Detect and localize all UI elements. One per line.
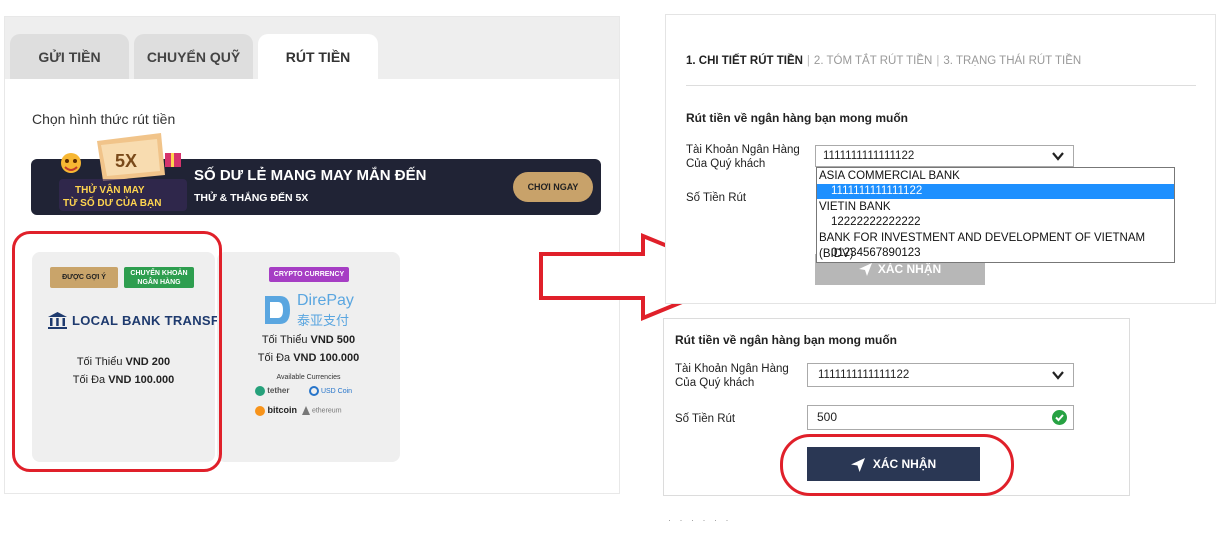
faint-dots: · · · · · · xyxy=(668,515,732,525)
ethereum-label: ethereum xyxy=(311,407,342,415)
crypto-badge: CRYPTO CURRENCY xyxy=(269,267,349,282)
tether-label: tether xyxy=(267,386,290,396)
ethereum-currency: ethereum xyxy=(302,406,342,415)
direpay-logo-icon xyxy=(265,296,290,324)
min-amount: Tối Thiểu VND 500 xyxy=(217,334,400,346)
tether-currency: tether xyxy=(255,386,289,396)
confirm-label: XÁC NHẬN xyxy=(877,262,942,276)
step-3-status[interactable]: 3. TRẠNG THÁI RÚT TIỀN xyxy=(943,55,1081,67)
dropdown-option[interactable]: 12222222222222 xyxy=(817,215,1174,230)
usdcoin-icon xyxy=(309,386,319,396)
max-amount: Tối Đa VND 100.000 xyxy=(217,352,400,364)
bank-account-select[interactable]: 1111111111111122 xyxy=(815,145,1074,167)
account-label-line2: Của Quý khách xyxy=(686,158,766,170)
banner-subtitle: THỬ & THẮNG ĐẾN 5X xyxy=(194,192,309,204)
bitcoin-currency: bitcoin xyxy=(255,405,297,416)
account-label: Tài Khoản Ngân Hàng Của Quý khách xyxy=(686,143,800,171)
usdcoin-label: USD Coin xyxy=(320,387,353,395)
highlight-oval-confirm xyxy=(780,434,1014,496)
banner-img-line2: TỪ SỐ DƯ CỦA BẠN xyxy=(63,195,161,209)
banner-img-line1: THỬ VẬN MAY xyxy=(75,183,145,196)
bank-account-value: 1111111111111122 xyxy=(818,369,910,381)
direpay-logo-text: DirePay xyxy=(297,292,354,309)
step-1-details[interactable]: 1. CHI TIẾT RÚT TIỀN xyxy=(686,55,803,67)
amount-input[interactable]: 500 xyxy=(807,405,1074,430)
withdraw-steps: 1. CHI TIẾT RÚT TIỀN | 2. TÓM TẮT RÚT TIỀN… xyxy=(686,55,1082,67)
banner-title: SỐ DƯ LẺ MANG MAY MẮN ĐẾN xyxy=(194,167,427,184)
account-label-line2: Của Quý khách xyxy=(675,377,755,389)
tab-deposit[interactable]: GỬI TIỀN xyxy=(10,34,129,79)
max-value: VND 100.000 xyxy=(293,352,360,364)
bank-account-select[interactable]: 1111111111111122 xyxy=(807,363,1074,387)
account-label-line1: Tài Khoản Ngân Hàng xyxy=(686,144,800,156)
account-label: Tài Khoản Ngân Hàng Của Quý khách xyxy=(675,362,789,390)
max-label: Tối Đa xyxy=(257,352,291,364)
tabs-bar: GỬI TIỀN CHUYỂN QUỸ RÚT TIỀN xyxy=(5,17,619,79)
dropdown-option[interactable]: 01234567890123 xyxy=(817,246,1174,261)
dropdown-group: VIETIN BANK xyxy=(819,201,891,213)
available-currencies-label: Available Currencies xyxy=(276,374,341,381)
lucky-5x-illustration: 5X THỬ VẬN MAY TỪ SỐ DƯ CỦA BẠN xyxy=(59,133,187,211)
usdcoin-currency: USD Coin xyxy=(309,386,352,396)
promo-banner[interactable]: 5X THỬ VẬN MAY TỪ SỐ DƯ CỦA BẠN SỐ DƯ LẺ… xyxy=(31,133,601,215)
step-2-summary[interactable]: 2. TÓM TẮT RÚT TIỀN xyxy=(814,55,932,67)
send-icon xyxy=(858,263,872,277)
min-value: VND 500 xyxy=(310,334,356,346)
tab-withdraw[interactable]: RÚT TIỀN xyxy=(258,34,378,79)
amount-label: Số Tiền Rút xyxy=(686,192,747,204)
dropdown-option[interactable]: 1111111111111122 xyxy=(817,184,1174,199)
dropdown-group: BANK FOR INVESTMENT AND DEVELOPMENT OF V… xyxy=(819,232,1146,260)
bank-account-dropdown[interactable]: ASIA COMMERCIAL BANK 1111111111111122 VI… xyxy=(816,167,1175,263)
direpay-crypto-card[interactable]: CRYPTO CURRENCY DirePay 泰亚支付 Tối Thiểu V… xyxy=(217,252,400,462)
highlight-oval-local-bank xyxy=(12,231,222,472)
account-label-line1: Tài Khoản Ngân Hàng xyxy=(675,363,789,375)
check-icon xyxy=(1052,410,1067,425)
bitcoin-icon xyxy=(255,405,265,416)
ethereum-icon xyxy=(302,406,310,415)
amount-label: Số Tiền Rút xyxy=(675,413,736,425)
chevron-down-icon xyxy=(1052,152,1064,161)
section-title: Chọn hình thức rút tiền xyxy=(32,111,176,127)
bitcoin-label: bitcoin xyxy=(267,405,298,415)
min-label: Tối Thiểu xyxy=(261,334,308,346)
direpay-logo-cn: 泰亚支付 xyxy=(297,313,350,328)
tether-icon xyxy=(255,386,265,396)
tab-transfer[interactable]: CHUYỂN QUỸ xyxy=(134,34,253,79)
withdraw-heading: Rút tiền về ngân hàng bạn mong muốn xyxy=(675,333,897,347)
steps-divider xyxy=(686,85,1196,86)
banner-5x-text: 5X xyxy=(115,151,137,171)
play-now-button[interactable]: CHƠI NGAY xyxy=(513,172,593,202)
dropdown-group: ASIA COMMERCIAL BANK xyxy=(819,170,960,182)
withdraw-heading: Rút tiền về ngân hàng bạn mong muốn xyxy=(686,111,908,125)
amount-value: 500 xyxy=(817,410,838,424)
chevron-down-icon xyxy=(1052,371,1064,380)
bank-account-value: 1111111111111122 xyxy=(823,150,915,162)
